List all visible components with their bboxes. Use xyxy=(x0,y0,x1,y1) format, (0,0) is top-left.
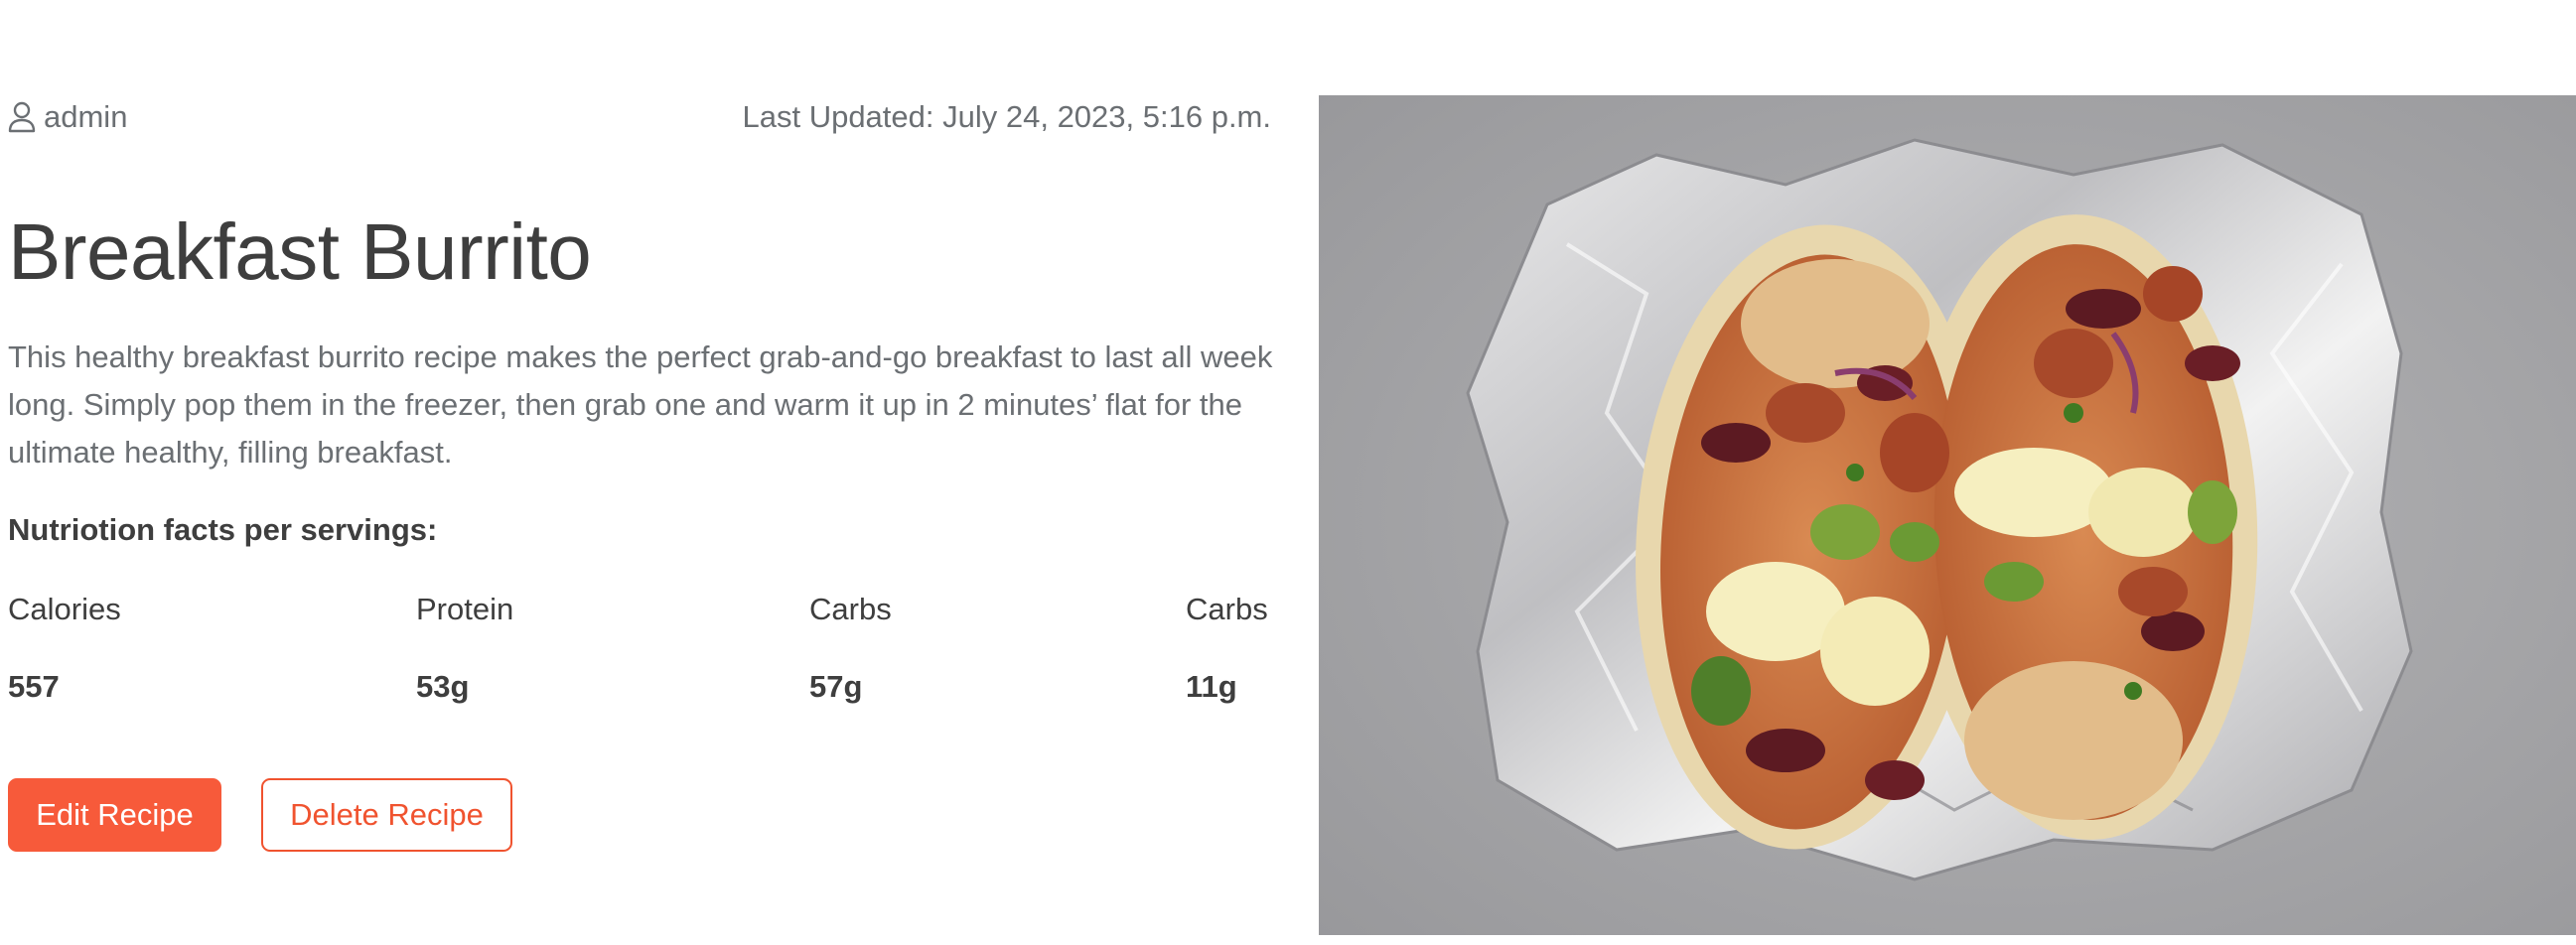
nutrition-value-carbs-2: 11g xyxy=(1186,669,1237,704)
delete-recipe-button[interactable]: Delete Recipe xyxy=(261,778,512,852)
nutrition-label-protein: Protein xyxy=(416,592,514,626)
author: admin xyxy=(8,99,127,135)
edit-recipe-button[interactable]: Edit Recipe xyxy=(8,778,221,852)
last-updated: Last Updated: July 24, 2023, 5:16 p.m. xyxy=(742,99,1271,134)
nutrition-label-carbs-2: Carbs xyxy=(1186,592,1268,626)
recipe-info: admin Last Updated: July 24, 2023, 5:16 … xyxy=(8,95,1272,852)
recipe-meta: admin Last Updated: July 24, 2023, 5:16 … xyxy=(8,95,1271,145)
recipe-title: Breakfast Burrito xyxy=(8,207,592,296)
nutrition-heading: Nutriotion facts per servings: xyxy=(8,512,438,547)
nutrition-value-calories: 557 xyxy=(8,669,60,704)
user-icon xyxy=(8,101,36,133)
nutrition-value-carbs: 57g xyxy=(809,669,863,704)
recipe-detail-page: admin Last Updated: July 24, 2023, 5:16 … xyxy=(0,0,2576,945)
author-name: admin xyxy=(44,99,128,134)
nutrition-label-carbs: Carbs xyxy=(809,592,892,626)
recipe-description: This healthy breakfast burrito recipe ma… xyxy=(8,339,1273,470)
nutrition-value-protein: 53g xyxy=(416,669,470,704)
nutrition-label-calories: Calories xyxy=(8,592,121,626)
recipe-photo xyxy=(1319,95,2576,935)
